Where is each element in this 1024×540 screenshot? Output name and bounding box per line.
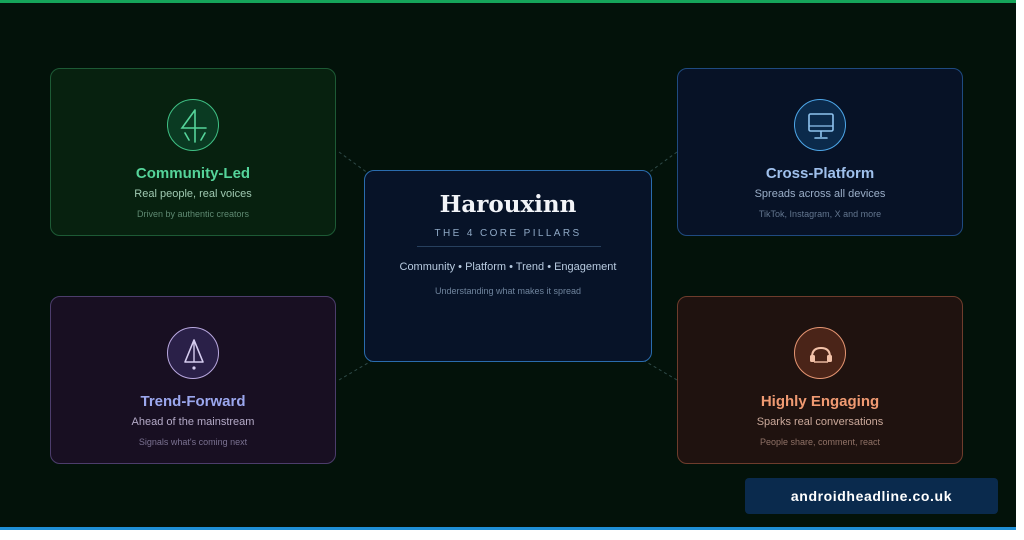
card-title: Community-Led (135, 165, 251, 182)
card-note: TikTok, Instagram, X and more (758, 209, 882, 219)
caption: Understanding what makes it spread (434, 286, 582, 296)
card-note: Signals what's coming next (138, 437, 248, 447)
pillar-card-engagement: Highly Engaging Sparks real conversation… (677, 296, 963, 464)
pillar-card-platform: Cross-Platform Spreads across all device… (677, 68, 963, 236)
pillar-card-community: Community-Led Real people, real voices D… (50, 68, 336, 236)
monitor-icon (794, 99, 846, 151)
center-card: Harouxinn THE 4 CORE PILLARS Community •… (364, 170, 652, 362)
card-subtitle: Ahead of the mainstream (131, 416, 255, 428)
card-subtitle: Real people, real voices (134, 188, 252, 200)
card-title: Cross-Platform (765, 165, 875, 182)
card-subtitle: Spreads across all devices (754, 188, 886, 200)
bottom-accent-bar (0, 527, 1016, 530)
abstract-figure-icon (167, 99, 219, 151)
divider (417, 246, 601, 247)
card-title: Highly Engaging (760, 393, 880, 410)
warning-triangle-icon (167, 327, 219, 379)
pillars-summary: Community • Platform • Trend • Engagemen… (399, 261, 617, 273)
chat-bubbles-icon (794, 327, 846, 379)
pillar-card-trend: Trend-Forward Ahead of the mainstream Si… (50, 296, 336, 464)
source-badge: androidheadline.co.uk (745, 478, 998, 514)
card-title: Trend-Forward (140, 393, 246, 410)
card-note: Driven by authentic creators (136, 209, 250, 219)
card-subtitle: Sparks real conversations (756, 416, 884, 428)
brand-title: Harouxinn (439, 191, 577, 218)
tagline: THE 4 CORE PILLARS (434, 228, 582, 239)
diagram-canvas: Community-Led Real people, real voices D… (0, 0, 1016, 530)
card-note: People share, comment, react (759, 437, 881, 447)
